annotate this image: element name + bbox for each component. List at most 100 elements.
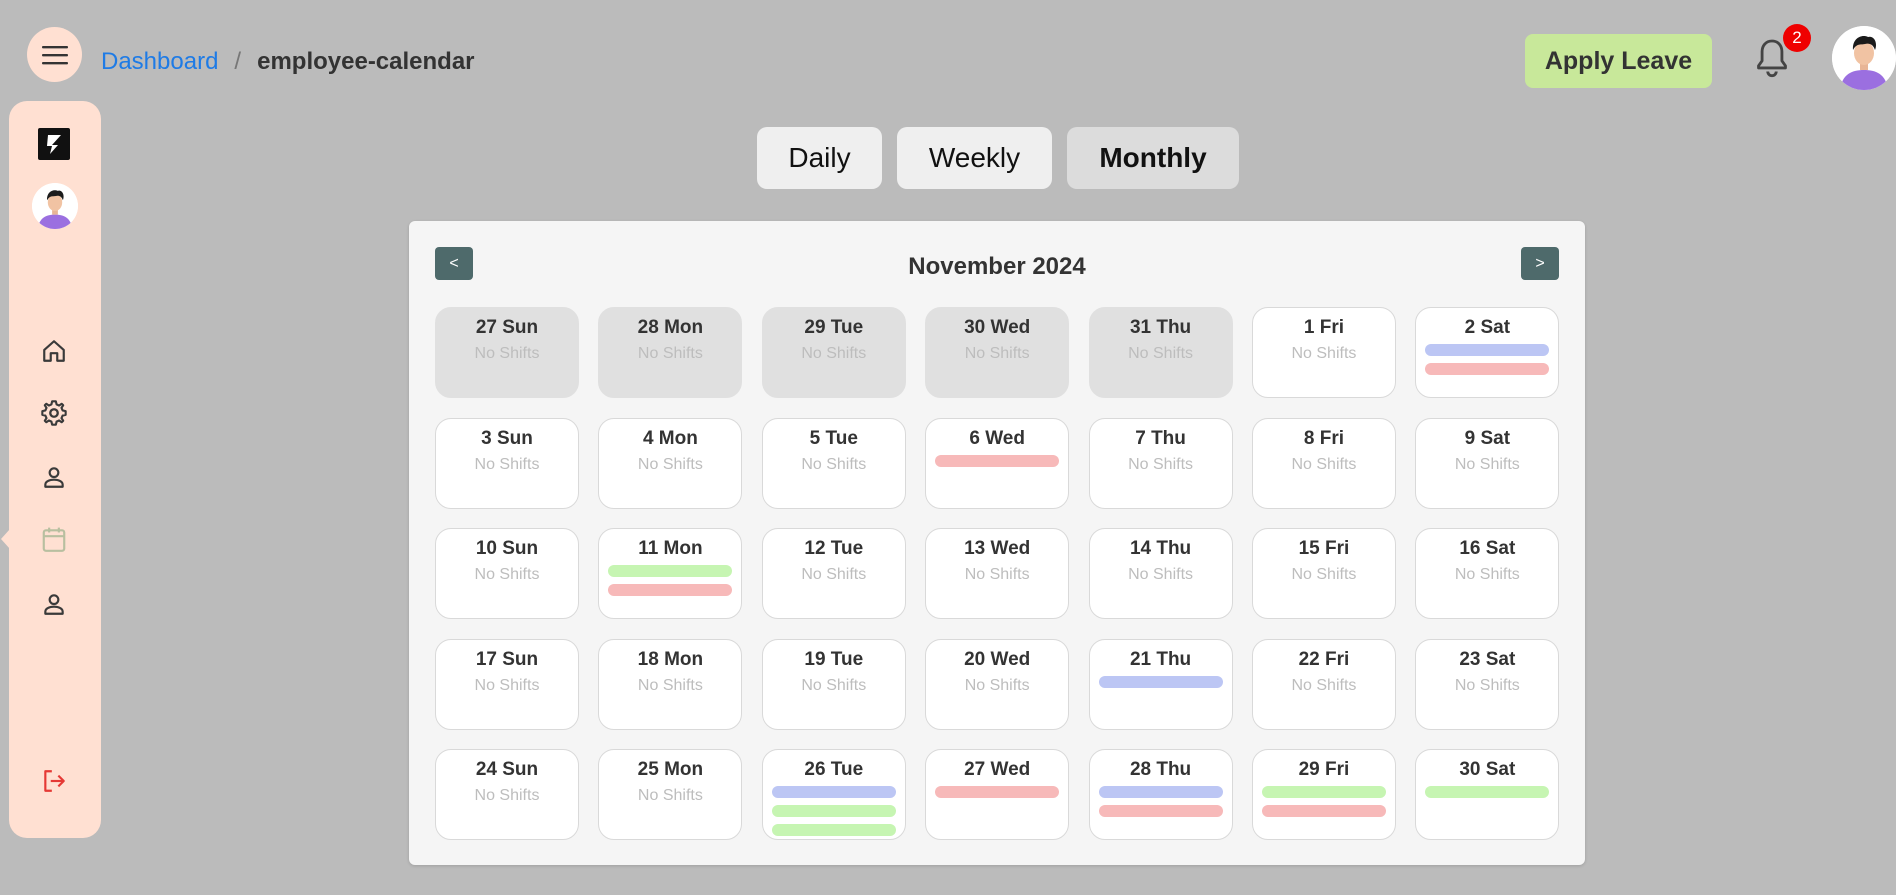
active-indicator — [1, 529, 10, 549]
shift-bar-red[interactable] — [1098, 805, 1223, 818]
shift-bar-red[interactable] — [1261, 805, 1386, 818]
menu-button[interactable] — [27, 27, 82, 82]
calendar-day-cell[interactable]: 22 Fri No Shifts — [1251, 638, 1396, 730]
no-shifts-text: No Shifts — [964, 345, 1030, 362]
day-label: 30 Sat — [1459, 759, 1516, 781]
day-label: 9 Sat — [1464, 427, 1511, 449]
shift-bar-green[interactable] — [1425, 786, 1550, 799]
app-logo[interactable] — [38, 128, 70, 160]
calendar-day-cell[interactable]: 16 Sat No Shifts — [1415, 528, 1560, 620]
calendar-panel: < November 2024 > 27 Sun No Shifts 28 Mon N… — [409, 221, 1585, 865]
calendar-icon — [42, 527, 66, 552]
calendar-day-cell[interactable]: 27 Sun No Shifts — [435, 307, 579, 398]
day-label: 10 Sun — [475, 538, 539, 560]
calendar-day-cell[interactable]: 14 Thu No Shifts — [1088, 528, 1233, 620]
calendar-day-cell[interactable]: 30 Wed No Shifts — [925, 307, 1070, 398]
shift-bar-red[interactable] — [935, 786, 1060, 799]
day-label: 17 Sun — [475, 648, 539, 670]
shift-bar-red[interactable] — [1425, 363, 1550, 375]
calendar-day-cell[interactable]: 5 Tue No Shifts — [761, 417, 906, 509]
sidebar-item-profile[interactable] — [38, 461, 70, 493]
calendar-day-cell[interactable]: 15 Fri No Shifts — [1251, 528, 1396, 620]
user-icon — [44, 594, 64, 615]
no-shifts-text: No Shifts — [964, 676, 1030, 694]
breadcrumb-current-page: employee-calendar — [257, 48, 475, 75]
shift-bar-green[interactable] — [771, 805, 896, 818]
calendar-day-cell[interactable]: 2 Sat — [1415, 307, 1560, 398]
calendar-day-cell[interactable]: 11 Mon — [598, 528, 743, 620]
calendar-day-cell[interactable]: 29 Fri — [1251, 749, 1396, 841]
shift-bar-red[interactable] — [608, 584, 733, 597]
shift-bar-blue[interactable] — [1425, 344, 1550, 356]
calendar-day-cell[interactable]: 27 Wed — [925, 749, 1070, 841]
sidebar-item-home[interactable] — [38, 335, 70, 367]
breadcrumb-dashboard-link[interactable]: Dashboard — [101, 48, 218, 76]
day-label: 28 Thu — [1129, 759, 1192, 781]
shift-bar-blue[interactable] — [1098, 786, 1223, 799]
day-label: 13 Wed — [964, 538, 1031, 560]
calendar-day-cell[interactable]: 3 Sun No Shifts — [435, 417, 579, 509]
calendar-day-cell[interactable]: 25 Mon No Shifts — [598, 749, 743, 841]
apply-leave-button[interactable]: Apply Leave — [1525, 34, 1712, 88]
shift-bars — [1416, 344, 1558, 375]
calendar-day-cell[interactable]: 12 Tue No Shifts — [761, 528, 906, 620]
calendar-day-cell[interactable]: 29 Tue No Shifts — [761, 307, 906, 398]
no-shifts-text: No Shifts — [637, 345, 703, 362]
user-avatar[interactable] — [1832, 26, 1896, 90]
day-label: 27 Sun — [475, 317, 539, 338]
sidebar-item-logout[interactable] — [38, 765, 70, 797]
no-shifts-text: No Shifts — [1291, 345, 1357, 362]
tab-weekly[interactable]: Weekly — [897, 127, 1052, 189]
calendar-day-cell[interactable]: 4 Mon No Shifts — [598, 417, 743, 509]
calendar-day-cell[interactable]: 26 Tue — [761, 749, 906, 841]
sidebar-item-calendar[interactable] — [38, 524, 70, 556]
calendar-day-cell[interactable]: 10 Sun No Shifts — [435, 528, 579, 620]
day-label: 16 Sat — [1459, 538, 1516, 560]
calendar-day-cell[interactable]: 7 Thu No Shifts — [1088, 417, 1233, 509]
day-label: 8 Fri — [1303, 427, 1345, 449]
sidebar-avatar[interactable] — [32, 183, 78, 229]
no-shifts-text: No Shifts — [1454, 455, 1520, 473]
calendar-day-cell[interactable]: 17 Sun No Shifts — [435, 638, 579, 730]
day-label: 3 Sun — [481, 427, 533, 449]
shift-bars — [926, 454, 1068, 467]
day-label: 29 Tue — [804, 317, 864, 338]
calendar-day-cell[interactable]: 8 Fri No Shifts — [1251, 417, 1396, 509]
no-shifts-text: No Shifts — [801, 676, 867, 694]
calendar-day-cell[interactable]: 9 Sat No Shifts — [1415, 417, 1560, 509]
shift-bar-blue[interactable] — [1098, 675, 1223, 688]
day-label: 11 Mon — [638, 538, 703, 560]
calendar-day-cell[interactable]: 1 Fri No Shifts — [1251, 307, 1396, 398]
sidebar-item-employees[interactable] — [38, 588, 70, 620]
calendar-day-cell[interactable]: 30 Sat — [1415, 749, 1560, 841]
next-month-button[interactable]: > — [1521, 247, 1559, 280]
day-label: 4 Mon — [642, 427, 698, 449]
sidebar-item-settings[interactable] — [38, 397, 70, 429]
calendar-day-cell[interactable]: 24 Sun No Shifts — [435, 749, 579, 841]
calendar-day-cell[interactable]: 13 Wed No Shifts — [925, 528, 1070, 620]
no-shifts-text: No Shifts — [1128, 455, 1194, 473]
calendar-day-cell[interactable]: 23 Sat No Shifts — [1415, 638, 1560, 730]
day-label: 26 Tue — [804, 759, 864, 781]
shift-bar-green[interactable] — [1261, 786, 1386, 799]
day-label: 14 Thu — [1129, 538, 1192, 560]
shift-bar-red[interactable] — [935, 454, 1060, 467]
calendar-day-cell[interactable]: 31 Thu No Shifts — [1088, 307, 1233, 398]
no-shifts-text: No Shifts — [1291, 676, 1357, 694]
shift-bar-blue[interactable] — [771, 786, 896, 799]
tab-monthly[interactable]: Monthly — [1067, 127, 1239, 189]
shift-bar-green[interactable] — [608, 565, 733, 578]
no-shifts-text: No Shifts — [474, 676, 540, 694]
calendar-day-cell[interactable]: 28 Thu — [1088, 749, 1233, 841]
calendar-day-cell[interactable]: 28 Mon No Shifts — [598, 307, 743, 398]
tab-daily[interactable]: Daily — [757, 127, 882, 189]
shift-bar-green[interactable] — [771, 824, 896, 837]
calendar-day-cell[interactable]: 19 Tue No Shifts — [761, 638, 906, 730]
day-label: 2 Sat — [1464, 317, 1511, 338]
no-shifts-text: No Shifts — [1128, 345, 1194, 362]
calendar-day-cell[interactable]: 20 Wed No Shifts — [925, 638, 1070, 730]
no-shifts-text: No Shifts — [637, 787, 703, 805]
calendar-day-cell[interactable]: 6 Wed — [925, 417, 1070, 509]
calendar-day-cell[interactable]: 18 Mon No Shifts — [598, 638, 743, 730]
calendar-day-cell[interactable]: 21 Thu — [1088, 638, 1233, 730]
